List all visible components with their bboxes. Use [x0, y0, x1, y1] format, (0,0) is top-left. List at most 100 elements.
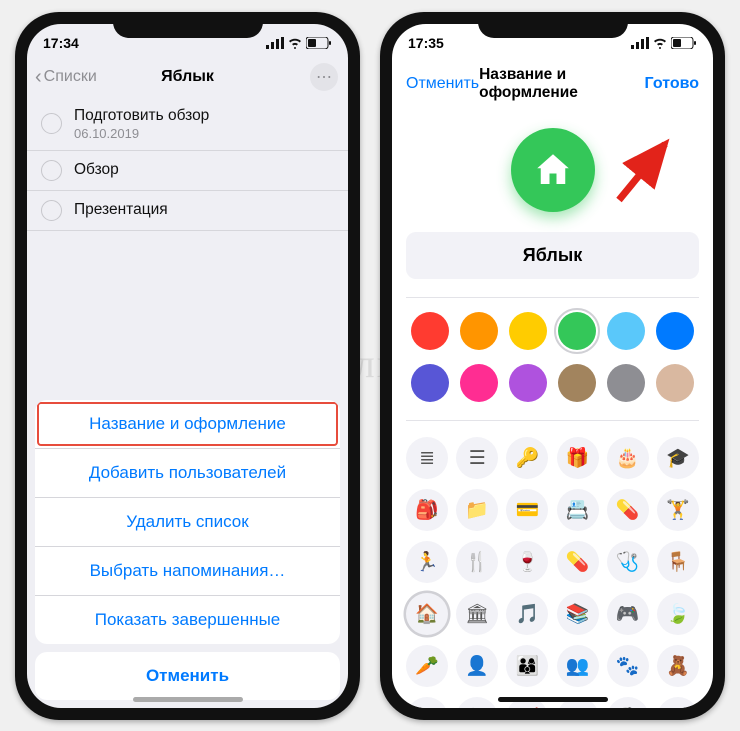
phone-frame-right: 17:35 Отменить Название и оформление Гот…	[380, 12, 725, 720]
icon-option[interactable]: 🛍	[456, 697, 498, 708]
icon-option[interactable]: 👨‍👩‍👦	[506, 645, 548, 687]
icon-option[interactable]: 🏛	[456, 593, 498, 635]
icon-option[interactable]: 🎓	[657, 437, 699, 479]
battery-icon	[671, 37, 697, 49]
page-title: Яблык	[161, 68, 214, 86]
divider	[406, 420, 699, 421]
action-cancel[interactable]: Отменить	[35, 652, 340, 700]
annotation-arrow	[607, 130, 687, 210]
color-picker	[392, 312, 713, 420]
icon-option[interactable]: 📇	[557, 489, 599, 531]
reminder-row[interactable]: Презентация	[27, 191, 348, 231]
modal-title: Название и оформление	[479, 66, 644, 102]
color-swatch[interactable]	[607, 364, 645, 402]
icon-option[interactable]: 🎂	[607, 437, 649, 479]
color-swatch[interactable]	[656, 312, 694, 350]
divider	[406, 297, 699, 298]
status-time: 17:34	[43, 35, 79, 51]
icon-option[interactable]: 💳	[506, 489, 548, 531]
color-swatch[interactable]	[607, 312, 645, 350]
icon-picker: ≣☰🔑🎁🎂🎓🎒📁💳📇💊🏋🏃🍴🍷💊🩺🪑🏠🏛🎵📚🎮🍃🥕👤👨‍👩‍👦👥🐾🧸🐟🛍🛒🎿⚽🚌	[392, 434, 713, 708]
battery-icon	[306, 37, 332, 49]
icon-option[interactable]: 💊	[607, 489, 649, 531]
icon-option[interactable]: 🪑	[657, 541, 699, 583]
icon-option[interactable]: 🐾	[607, 645, 649, 687]
action-label: Название и оформление	[89, 414, 286, 433]
icon-option[interactable]: 👤	[456, 645, 498, 687]
reminder-date: 06.10.2019	[74, 126, 209, 141]
icon-option[interactable]: 🎒	[406, 489, 448, 531]
action-sheet-group: Название и оформление Добавить пользоват…	[35, 400, 340, 644]
list-icon-preview	[511, 128, 595, 212]
reminder-radio[interactable]	[41, 200, 62, 221]
icon-option[interactable]: 💊	[557, 541, 599, 583]
more-button[interactable]: ⋯	[310, 63, 338, 91]
icon-option[interactable]: 🔑	[506, 437, 548, 479]
action-delete-list[interactable]: Удалить список	[35, 498, 340, 547]
action-select-reminders[interactable]: Выбрать напоминания…	[35, 547, 340, 596]
reminder-title: Подготовить обзор	[74, 107, 209, 126]
icon-option[interactable]: 🐟	[406, 697, 448, 708]
more-icon: ⋯	[316, 67, 332, 87]
icon-option[interactable]: ⚽	[607, 697, 649, 708]
icon-option[interactable]: 🍷	[506, 541, 548, 583]
icon-option[interactable]: 🥕	[406, 645, 448, 687]
signal-icon	[266, 37, 284, 49]
reminder-radio[interactable]	[41, 160, 62, 181]
color-swatch[interactable]	[558, 364, 596, 402]
notch	[113, 12, 263, 38]
chevron-left-icon: ‹	[35, 66, 42, 89]
icon-option[interactable]: 🎁	[557, 437, 599, 479]
icon-option[interactable]: 🩺	[607, 541, 649, 583]
action-name-appearance[interactable]: Название и оформление	[35, 400, 340, 449]
icon-option[interactable]: ☰	[456, 437, 498, 479]
home-indicator	[133, 697, 243, 702]
done-button[interactable]: Готово	[645, 75, 699, 93]
icon-option[interactable]: 🚌	[657, 697, 699, 708]
color-swatch[interactable]	[411, 312, 449, 350]
action-add-users[interactable]: Добавить пользователей	[35, 449, 340, 498]
icon-option[interactable]: 🧸	[657, 645, 699, 687]
icon-option[interactable]: 🍃	[657, 593, 699, 635]
list-name-field[interactable]: Яблык	[406, 232, 699, 279]
icon-option[interactable]: 📁	[456, 489, 498, 531]
wifi-icon	[287, 37, 303, 49]
home-indicator	[498, 697, 608, 702]
signal-icon	[631, 37, 649, 49]
reminder-row[interactable]: Обзор	[27, 151, 348, 191]
nav-bar: ‹ Списки Яблык ⋯	[27, 56, 348, 98]
reminder-title: Презентация	[74, 201, 168, 220]
color-swatch[interactable]	[411, 364, 449, 402]
reminder-radio[interactable]	[41, 113, 62, 134]
color-swatch[interactable]	[558, 312, 596, 350]
icon-option[interactable]: 🎵	[506, 593, 548, 635]
icon-option[interactable]: 🏠	[406, 593, 448, 635]
status-time: 17:35	[408, 35, 444, 51]
icon-option[interactable]: ≣	[406, 437, 448, 479]
icon-option[interactable]: 🎮	[607, 593, 649, 635]
back-button[interactable]: ‹ Списки	[35, 66, 97, 89]
icon-option[interactable]: 🏃	[406, 541, 448, 583]
icon-option[interactable]: 👥	[557, 645, 599, 687]
wifi-icon	[652, 37, 668, 49]
cancel-button[interactable]: Отменить	[406, 75, 479, 93]
icon-option[interactable]: 🍴	[456, 541, 498, 583]
house-icon	[532, 149, 574, 191]
screen-appearance: 17:35 Отменить Название и оформление Гот…	[392, 24, 713, 708]
color-swatch[interactable]	[460, 364, 498, 402]
icon-option[interactable]: 🏋	[657, 489, 699, 531]
reminder-list: Подготовить обзор 06.10.2019 Обзор Презе…	[27, 98, 348, 231]
action-sheet: Название и оформление Добавить пользоват…	[27, 392, 348, 708]
color-swatch[interactable]	[509, 364, 547, 402]
color-swatch[interactable]	[656, 364, 694, 402]
modal-nav: Отменить Название и оформление Готово	[392, 56, 713, 112]
screen-reminders: 17:34 ‹ Списки Яблык ⋯ Подготовить обзор	[27, 24, 348, 708]
action-show-completed[interactable]: Показать завершенные	[35, 596, 340, 644]
reminder-row[interactable]: Подготовить обзор 06.10.2019	[27, 98, 348, 151]
reminder-title: Обзор	[74, 161, 119, 180]
color-swatch[interactable]	[460, 312, 498, 350]
back-label: Списки	[44, 68, 97, 86]
color-swatch[interactable]	[509, 312, 547, 350]
notch	[478, 12, 628, 38]
icon-option[interactable]: 📚	[557, 593, 599, 635]
